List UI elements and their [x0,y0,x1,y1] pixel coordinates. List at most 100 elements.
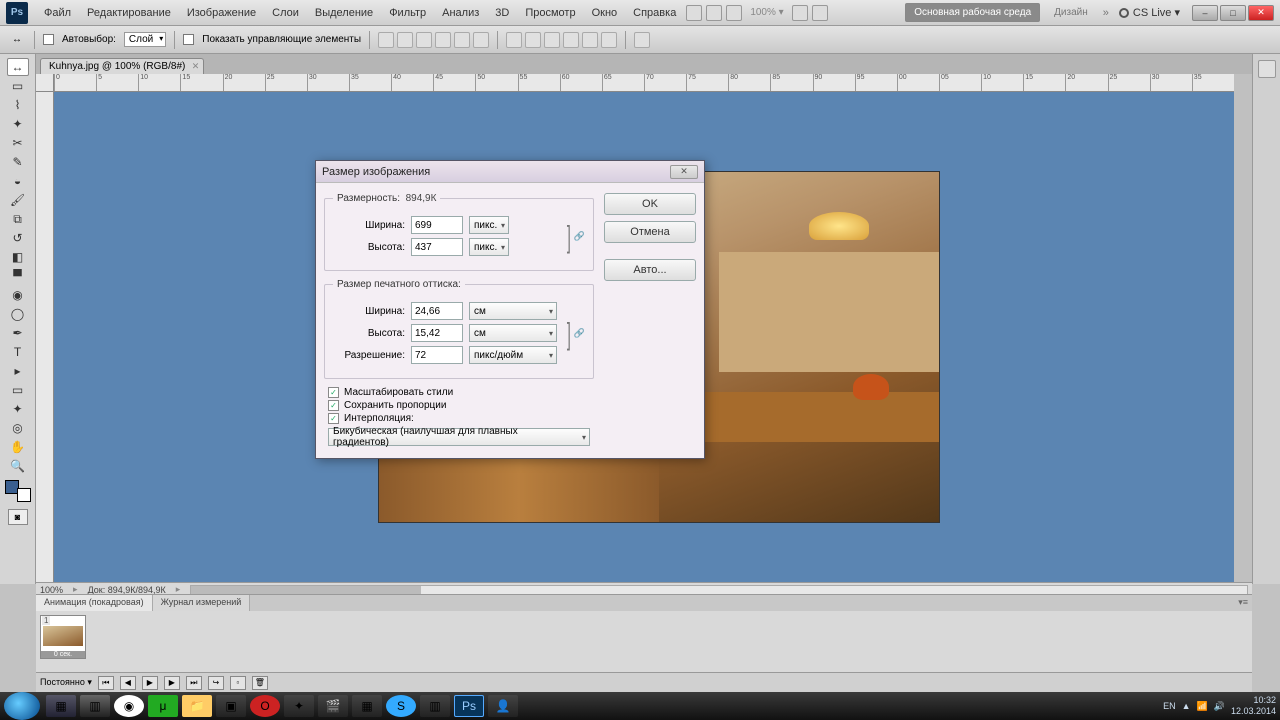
dist-top-icon[interactable] [506,32,522,48]
gradient-tool[interactable]: ▀ [7,267,29,285]
zoom-display[interactable]: 100% ▾ [750,7,783,18]
blur-tool[interactable]: ◉ [7,286,29,304]
frame-duration[interactable]: 0 сек. [41,651,85,658]
menu-filter[interactable]: Фильтр [381,7,434,19]
scale-styles-checkbox[interactable]: ✓ [328,387,339,398]
align-vcenter-icon[interactable] [397,32,413,48]
dist-right-icon[interactable] [601,32,617,48]
hand-tool[interactable]: ✋ [7,438,29,456]
menu-image[interactable]: Изображение [179,7,264,19]
tray-network-icon[interactable]: 📶 [1197,701,1208,712]
eraser-tool[interactable]: ◧ [7,248,29,266]
task-icon[interactable]: ▥ [80,695,110,717]
interp-dropdown[interactable]: Бикубическая (наилучшая для плавных град… [328,428,590,446]
cslive-button[interactable]: CS Live ▾ [1119,6,1180,19]
eyedropper-tool[interactable]: ✎ [7,153,29,171]
background-swatch[interactable] [17,488,31,502]
print-width-unit[interactable]: см [469,302,557,320]
next-frame-button[interactable]: ▶ [164,676,180,690]
dialog-titlebar[interactable]: Размер изображения ✕ [316,161,704,183]
menu-view[interactable]: Просмотр [517,7,583,19]
print-width-input[interactable] [411,302,463,320]
print-height-unit[interactable]: см [469,324,557,342]
task-icon[interactable]: 🎬 [318,695,348,717]
color-swatches[interactable] [5,480,31,502]
workspace-more[interactable]: » [1099,7,1113,19]
menu-edit[interactable]: Редактирование [79,7,179,19]
marquee-tool[interactable]: ▭ [7,77,29,95]
play-button[interactable]: ▶ [142,676,158,690]
document-tab[interactable]: Kuhnya.jpg @ 100% (RGB/8#) ✕ [40,58,204,74]
task-icon[interactable]: 👤 [488,695,518,717]
new-frame-button[interactable]: ▫ [230,676,246,690]
resolution-input[interactable] [411,346,463,364]
h-scroll-thumb[interactable] [191,586,421,594]
move-tool[interactable]: ↔ [7,58,29,76]
prev-frame-button[interactable]: ◀ [120,676,136,690]
window-close[interactable]: ✕ [1248,5,1274,21]
align-right-icon[interactable] [473,32,489,48]
dist-left-icon[interactable] [563,32,579,48]
workspace-design[interactable]: Дизайн [1046,4,1096,21]
menu-file[interactable]: Файл [36,7,79,19]
task-utorrent[interactable]: μ [148,695,178,717]
task-chrome[interactable]: ◉ [114,695,144,717]
dodge-tool[interactable]: ◯ [7,305,29,323]
loop-dropdown[interactable]: Постоянно ▾ [40,677,92,688]
bridge-icon[interactable] [686,5,702,21]
dialog-close-button[interactable]: ✕ [670,165,698,179]
quickmask-button[interactable]: ◙ [8,509,28,525]
align-bottom-icon[interactable] [416,32,432,48]
align-left-icon[interactable] [435,32,451,48]
doctab-close-icon[interactable]: ✕ [192,61,200,72]
align-hcenter-icon[interactable] [454,32,470,48]
task-icon[interactable]: ▥ [420,695,450,717]
auto-button[interactable]: Авто... [604,259,696,281]
task-icon[interactable]: ▦ [352,695,382,717]
constrain-checkbox[interactable]: ✓ [328,400,339,411]
tray-clock[interactable]: 10:32 12.03.2014 [1231,695,1276,717]
crop-tool[interactable]: ✂ [7,134,29,152]
window-minimize[interactable]: – [1192,5,1218,21]
task-skype[interactable]: S [386,695,416,717]
3d-camera-tool[interactable]: ◎ [7,419,29,437]
task-opera[interactable]: O [250,695,280,717]
task-icon[interactable]: ✦ [284,695,314,717]
autoselect-dropdown[interactable]: Слой [124,32,166,47]
px-width-input[interactable] [411,216,463,234]
wand-tool[interactable]: ✦ [7,115,29,133]
menu-help[interactable]: Справка [625,7,684,19]
resolution-unit[interactable]: пикс/дюйм [469,346,557,364]
panel-menu-icon[interactable]: ▾≡ [1238,597,1248,608]
workspace-essentials[interactable]: Основная рабочая среда [905,3,1040,22]
window-maximize[interactable]: □ [1220,5,1246,21]
panel-icon-1[interactable] [1258,60,1276,78]
status-zoom[interactable]: 100% [40,585,63,595]
print-height-input[interactable] [411,324,463,342]
align-top-icon[interactable] [378,32,394,48]
dist-bottom-icon[interactable] [544,32,560,48]
stamp-tool[interactable]: ⧉ [7,210,29,228]
auto-align-icon[interactable] [634,32,650,48]
lasso-tool[interactable]: ⌇ [7,96,29,114]
system-tray[interactable]: EN ▲ 📶 🔊 10:32 12.03.2014 [1163,695,1276,717]
minibridge-icon[interactable] [706,5,722,21]
task-folder[interactable]: 📁 [182,695,212,717]
dist-hcenter-icon[interactable] [582,32,598,48]
menu-3d[interactable]: 3D [487,7,517,19]
cancel-button[interactable]: Отмена [604,221,696,243]
tab-measure-log[interactable]: Журнал измерений [153,595,251,611]
pen-tool[interactable]: ✒ [7,324,29,342]
show-controls-checkbox[interactable] [183,34,194,45]
shape-tool[interactable]: ▭ [7,381,29,399]
tray-volume-icon[interactable]: 🔊 [1214,701,1225,712]
last-frame-button[interactable]: ⏭ [186,676,202,690]
frame-1[interactable]: 1 0 сек. [40,615,86,659]
brush-tool[interactable]: 🖌 [7,191,29,209]
menu-window[interactable]: Окно [584,7,626,19]
px-width-unit[interactable]: пикс. [469,216,509,234]
menu-select[interactable]: Выделение [307,7,381,19]
tray-lang[interactable]: EN [1163,701,1176,711]
h-scrollbar[interactable] [190,585,1248,595]
px-height-unit[interactable]: пикс. [469,238,509,256]
